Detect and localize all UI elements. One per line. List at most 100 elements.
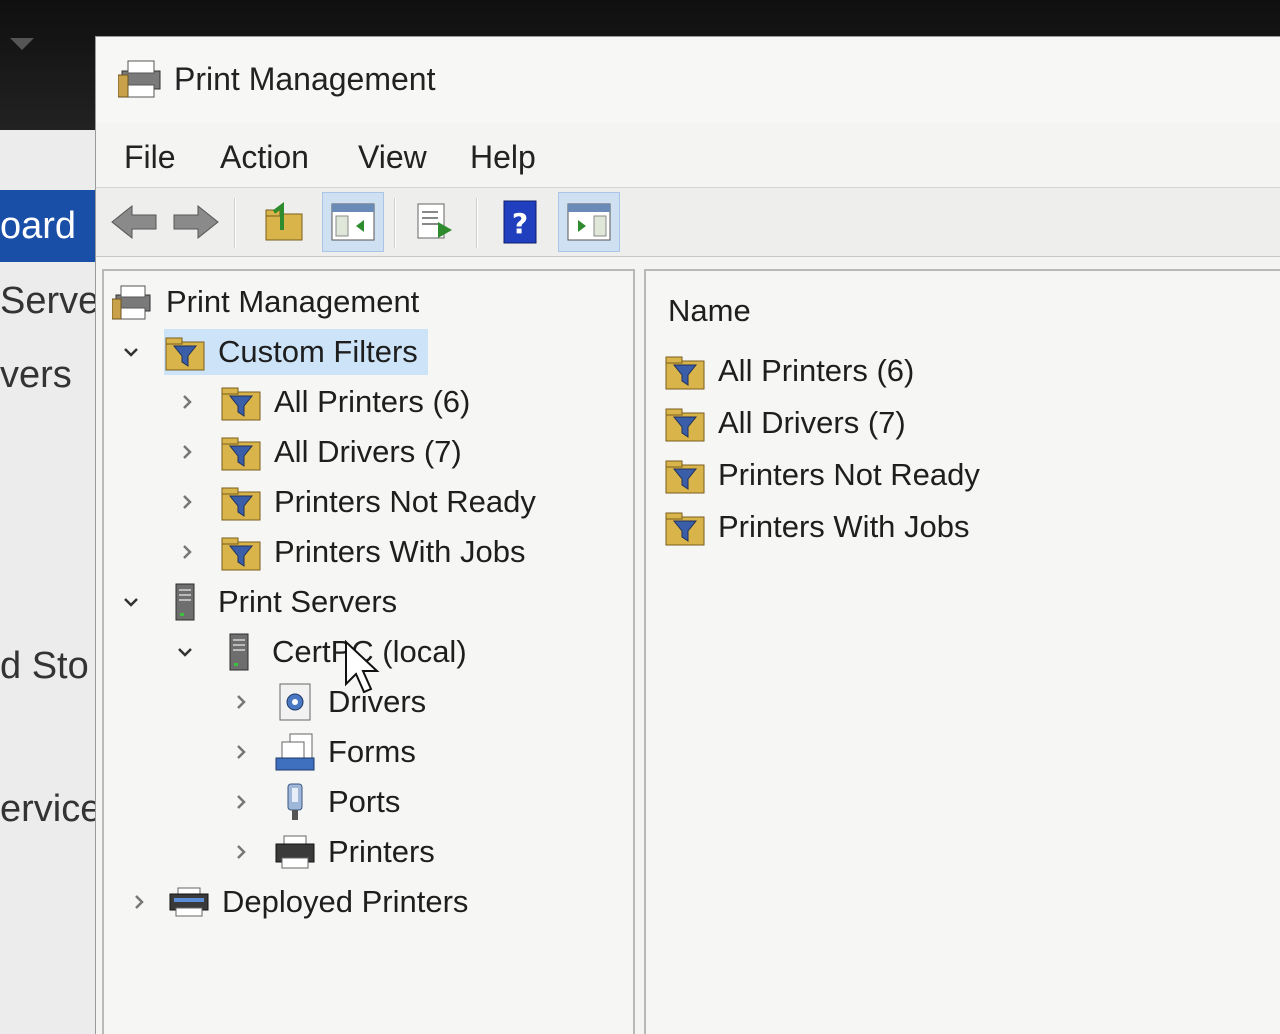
filter-folder-icon [665,460,705,494]
background-nav-item-dashboard[interactable]: oard [0,205,110,248]
toolbar-separator [476,198,478,248]
tree-label: Printers With Jobs [274,534,526,569]
tree-item-print-management[interactable]: Print Management [112,279,419,325]
filter-folder-icon [665,512,705,546]
list-item-label: All Drivers (7) [718,405,906,440]
window-title: Print Management [174,61,436,97]
export-list-button[interactable] [406,192,462,252]
tree-item-custom-filters[interactable]: Custom Filters [122,329,428,375]
filter-folder-icon [221,437,261,471]
forward-arrow-icon [173,204,219,240]
help-icon: ? [503,200,537,244]
server-tower-icon [229,633,249,671]
tree-label: Print Management [166,284,420,319]
chevron-right-icon[interactable] [232,743,250,761]
background-nav-item-services[interactable]: ervice [0,788,110,831]
show-hide-action-pane-icon [567,203,611,241]
tree-label: Print Servers [218,584,398,619]
filter-folder-icon [165,337,205,371]
menu-action[interactable]: Action [214,137,315,178]
list-item-label: All Printers (6) [718,353,915,388]
filter-folder-icon [665,408,705,442]
menu-view[interactable]: View [352,137,433,178]
tree-label: All Drivers (7) [274,434,462,469]
print-management-window: Print Management File Action View Help ?… [95,36,1280,1034]
list-item-label: Printers With Jobs [718,509,970,544]
tree-item-all-printers[interactable]: All Printers (6) [178,379,470,425]
tree-label: Printers Not Ready [274,484,536,519]
background-nav-pane [0,130,110,1034]
list-item-label: Printers Not Ready [718,457,980,492]
tree-label: Deployed Printers [222,884,469,919]
list-item-all-drivers[interactable]: All Drivers (7) [664,401,906,445]
chevron-right-icon[interactable] [130,893,148,911]
menu-file[interactable]: File [118,137,182,178]
filter-folder-icon [221,537,261,571]
tree-item-printers[interactable]: Printers [232,829,435,875]
chevron-right-icon[interactable] [178,493,196,511]
tree-item-print-servers[interactable]: Print Servers [122,579,397,625]
menu-bar: File Action View Help [96,127,1280,187]
filter-folder-icon [665,356,705,390]
export-list-icon [417,203,452,239]
filter-folder-icon [221,387,261,421]
list-item-all-printers[interactable]: All Printers (6) [664,349,914,393]
back-arrow-icon [111,204,157,240]
tree-selection: Custom Filters [164,329,428,375]
toolbar-separator [394,198,396,248]
drivers-gear-icon [279,683,311,721]
up-one-level-button[interactable] [256,192,312,252]
show-hide-action-pane-button[interactable] [558,192,620,252]
deployed-printers-icon [169,887,209,917]
chevron-right-icon[interactable] [178,443,196,461]
print-management-icon [112,285,151,320]
tree-item-server-certpc[interactable]: CertPC (local) [176,629,467,675]
tree-label: All Printers (6) [274,384,471,419]
tree-item-ports[interactable]: Ports [232,779,400,825]
printer-icon [275,835,315,869]
tree-label: Ports [328,784,401,819]
tree-label: Custom Filters [218,334,418,369]
chevron-right-icon[interactable] [232,693,250,711]
list-item-printers-with-jobs[interactable]: Printers With Jobs [664,505,970,549]
tree-item-printers-with-jobs[interactable]: Printers With Jobs [178,529,526,575]
chevron-down-icon[interactable] [122,343,140,361]
title-bar: Print Management [96,37,1280,123]
svg-text:?: ? [512,207,528,240]
dropdown-caret-icon [10,38,34,50]
tree-item-forms[interactable]: Forms [232,729,416,775]
print-management-icon [118,60,161,98]
chevron-right-icon[interactable] [178,543,196,561]
column-header-name[interactable]: Name [668,293,751,329]
forms-icon [275,733,315,771]
chevron-right-icon[interactable] [232,843,250,861]
mouse-pointer-icon [345,640,380,694]
toolbar: ? [96,187,1280,257]
chevron-down-icon[interactable] [122,593,140,611]
forward-button[interactable] [168,192,224,252]
tree-item-printers-not-ready[interactable]: Printers Not Ready [178,479,536,525]
port-plug-icon [287,783,303,820]
chevron-right-icon[interactable] [232,793,250,811]
up-folder-icon [265,202,303,241]
show-hide-console-tree-icon [331,203,375,241]
chevron-down-icon[interactable] [176,643,194,661]
help-button[interactable]: ? [492,192,548,252]
results-list-pane: Name All Printers (6) All Drivers (7) Pr… [644,269,1280,1034]
tree-item-all-drivers[interactable]: All Drivers (7) [178,429,462,475]
background-nav-item-all-servers[interactable]: vers [0,354,110,397]
tree-label: Forms [328,734,416,769]
server-tower-icon [175,583,195,621]
list-item-printers-not-ready[interactable]: Printers Not Ready [664,453,980,497]
show-hide-console-tree-button[interactable] [322,192,384,252]
chevron-right-icon[interactable] [178,393,196,411]
background-nav-item-local-server[interactable]: Server [0,280,110,323]
menu-help[interactable]: Help [464,137,542,178]
tree-label: Printers [328,834,435,869]
tree-item-deployed-printers[interactable]: Deployed Printers [130,879,468,925]
filter-folder-icon [221,487,261,521]
tree-item-drivers[interactable]: Drivers [232,679,426,725]
back-button[interactable] [106,192,162,252]
background-nav-item-storage[interactable]: d Sto [0,645,110,688]
toolbar-separator [234,198,236,248]
